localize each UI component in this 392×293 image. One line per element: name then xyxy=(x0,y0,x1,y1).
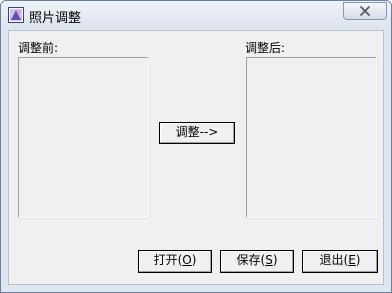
save-button[interactable]: 保存(S) xyxy=(220,250,294,273)
dialog-window: 照片调整 调整前: 调整后: 调整--> 打开(O) 保存(S) 退出(E) xyxy=(0,0,392,293)
open-button[interactable]: 打开(O) xyxy=(138,250,212,273)
save-button-label-prefix: 保存( xyxy=(236,253,266,267)
open-button-label-suffix: ) xyxy=(191,253,197,267)
open-button-label-prefix: 打开( xyxy=(153,253,183,267)
exit-button[interactable]: 退出(E) xyxy=(302,250,378,273)
before-label: 调整前: xyxy=(18,41,59,55)
open-button-accelerator: O xyxy=(182,253,192,267)
save-button-label-suffix: ) xyxy=(272,253,278,267)
after-label: 调整后: xyxy=(245,41,286,55)
exit-button-label-prefix: 退出( xyxy=(319,253,349,267)
after-image-panel xyxy=(246,57,377,218)
title-bar[interactable]: 照片调整 xyxy=(1,1,391,29)
exit-button-label-suffix: ) xyxy=(355,253,361,267)
before-image-panel xyxy=(18,57,149,218)
exit-button-accelerator: E xyxy=(348,253,356,267)
close-icon xyxy=(360,6,370,16)
window-title: 照片调整 xyxy=(29,11,82,26)
adjust-button-label: 调整--> xyxy=(175,125,219,139)
photo-app-icon xyxy=(8,7,24,23)
close-button[interactable] xyxy=(343,2,387,20)
adjust-button[interactable]: 调整--> xyxy=(159,122,235,144)
save-button-accelerator: S xyxy=(265,253,273,267)
client-area: 调整前: 调整后: 调整--> 打开(O) 保存(S) 退出(E) xyxy=(8,30,384,285)
